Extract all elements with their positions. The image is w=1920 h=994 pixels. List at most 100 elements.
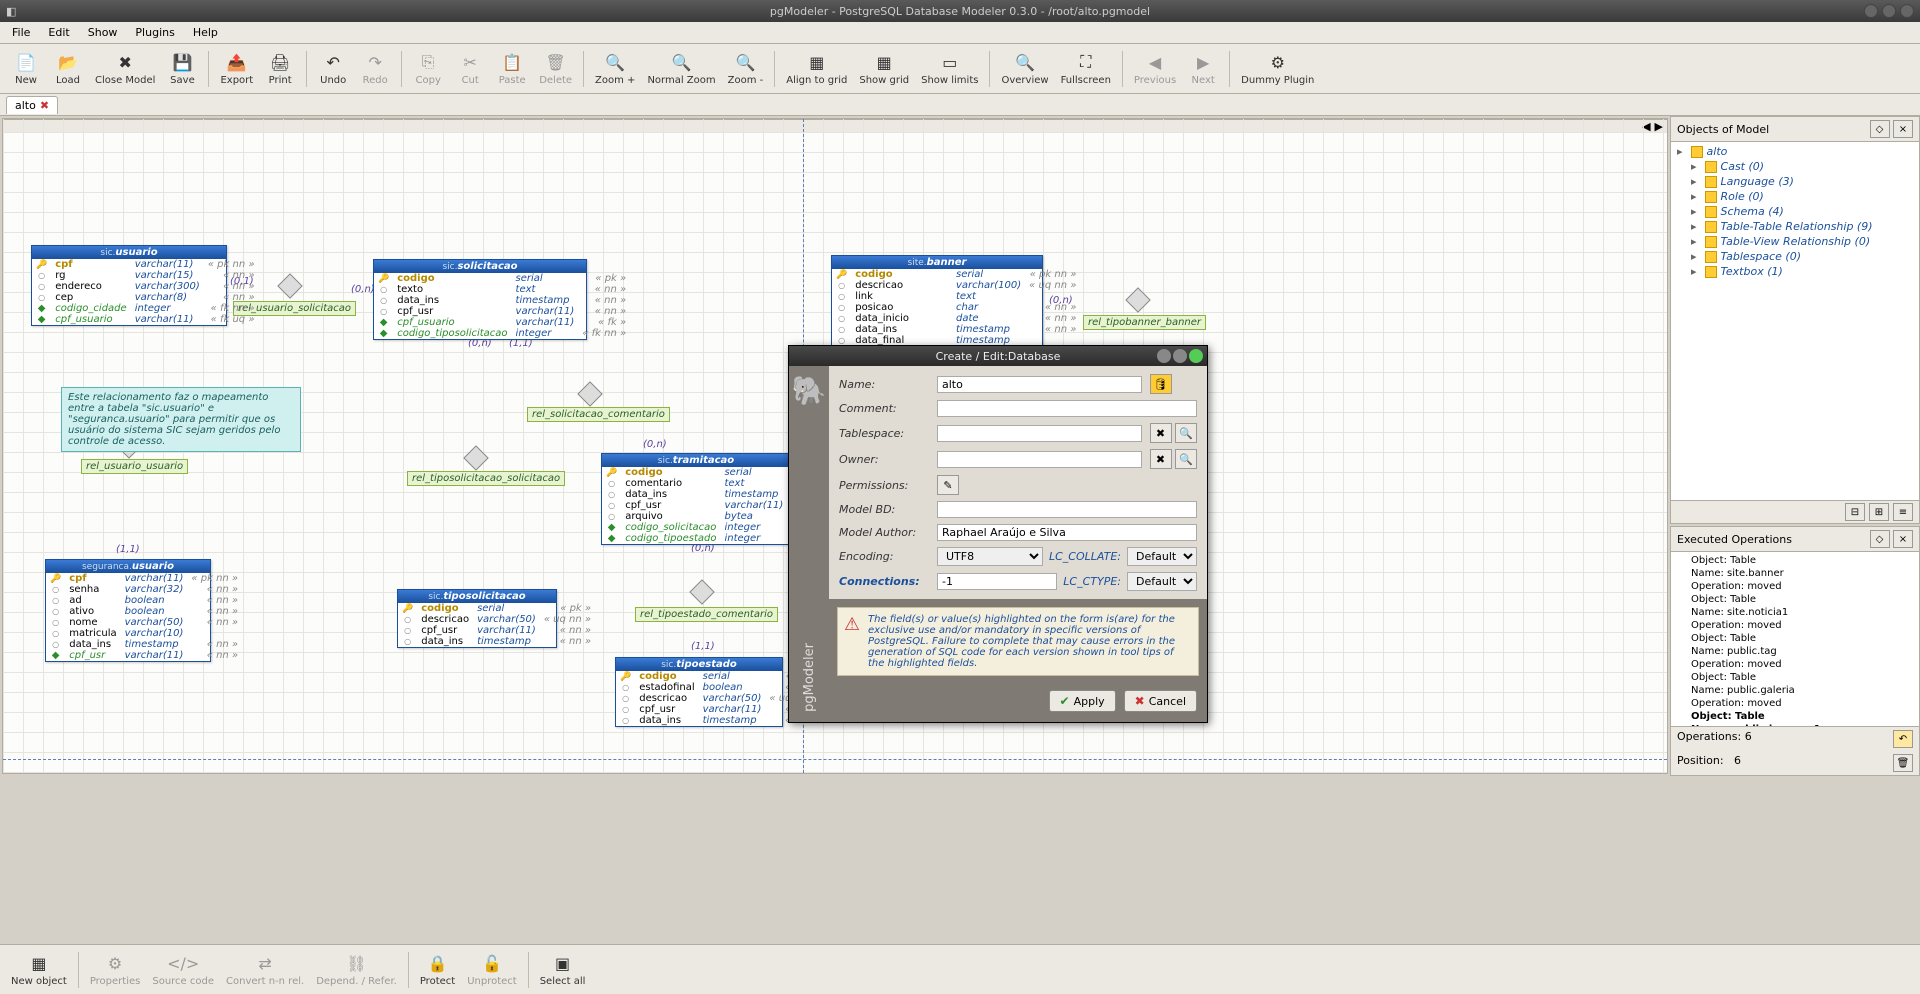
- redo-button[interactable]: ↷Redo: [355, 46, 395, 92]
- minimize-button[interactable]: [1864, 4, 1878, 18]
- panel-close-button[interactable]: ×: [1893, 530, 1913, 548]
- operation-item[interactable]: Operation: moved: [1673, 580, 1917, 593]
- cut-button[interactable]: ✂Cut: [450, 46, 490, 92]
- tree-item[interactable]: Tablespace (0): [1673, 249, 1917, 264]
- table-usuario[interactable]: sic.usuariocpfvarchar(11)« pk nn »rgvarc…: [31, 245, 227, 326]
- relationship-node[interactable]: [277, 273, 302, 298]
- table-tiposolicitacao[interactable]: sic.tiposolicitacaocodigoserial« pk »des…: [397, 589, 557, 648]
- export-button[interactable]: 📤Export: [215, 46, 258, 92]
- dummy-plugin-button[interactable]: ⚙Dummy Plugin: [1236, 46, 1319, 92]
- operation-item[interactable]: Object: Table: [1673, 671, 1917, 684]
- operation-item[interactable]: Name: public.tag: [1673, 645, 1917, 658]
- load-button[interactable]: 📂Load: [48, 46, 88, 92]
- tree-list-button[interactable]: ≡: [1893, 503, 1913, 521]
- clear-button[interactable]: ✖: [1150, 423, 1172, 443]
- table-tramitacao[interactable]: sic.tramitacaocodigoserial« pk »comentar…: [601, 453, 791, 545]
- tree-item[interactable]: Table-View Relationship (0): [1673, 234, 1917, 249]
- dialog-close-button[interactable]: [1189, 349, 1203, 363]
- tree-item[interactable]: Role (0): [1673, 189, 1917, 204]
- rel-label[interactable]: rel_solicitacao_comentario: [527, 407, 670, 422]
- overview-button[interactable]: 🔍Overview: [996, 46, 1053, 92]
- lc-collate-select[interactable]: Default: [1127, 547, 1197, 566]
- model-author-input[interactable]: [937, 524, 1197, 541]
- operation-item[interactable]: Name: site.noticia1: [1673, 606, 1917, 619]
- dialog-maximize-button[interactable]: [1173, 349, 1187, 363]
- table-seguranca_usuario[interactable]: seguranca.usuariocpfvarchar(11)« pk nn »…: [45, 559, 211, 662]
- rel-label[interactable]: rel_tipobanner_banner: [1083, 315, 1206, 330]
- ops-clear-button[interactable]: 🗑: [1893, 754, 1913, 772]
- lc-ctype-select[interactable]: Default: [1127, 572, 1197, 591]
- new-object-button[interactable]: ▦New object: [6, 947, 72, 993]
- clear-button[interactable]: ✖: [1150, 449, 1172, 469]
- tab-alto[interactable]: alto ✖: [6, 96, 58, 114]
- close-window-button[interactable]: [1900, 4, 1914, 18]
- depend-button[interactable]: ⛓Depend. / Refer.: [311, 947, 402, 993]
- panel-float-button[interactable]: ◇: [1870, 120, 1890, 138]
- previous-button[interactable]: ◀Previous: [1129, 46, 1181, 92]
- objects-tree[interactable]: alto Cast (0)Language (3)Role (0)Schema …: [1671, 142, 1919, 500]
- table-tipoestado[interactable]: sic.tipoestadocodigoserial« pk »estadofi…: [615, 657, 783, 727]
- tab-close-icon[interactable]: ✖: [40, 99, 49, 112]
- operation-item[interactable]: Object: Table: [1673, 710, 1917, 723]
- operation-item[interactable]: Object: Table: [1673, 554, 1917, 567]
- print-button[interactable]: 🖨Print: [260, 46, 300, 92]
- normal-zoom-button[interactable]: 🔍Normal Zoom: [642, 46, 720, 92]
- menu-plugins[interactable]: Plugins: [127, 24, 182, 41]
- panel-float-button[interactable]: ◇: [1870, 530, 1890, 548]
- tree-collapse-button[interactable]: ⊟: [1845, 503, 1865, 521]
- undo-button[interactable]: ↶Undo: [313, 46, 353, 92]
- protect-button[interactable]: 🔒Protect: [415, 947, 460, 993]
- connections-input[interactable]: [937, 573, 1057, 590]
- panel-close-button[interactable]: ×: [1893, 120, 1913, 138]
- align-grid-button[interactable]: ▦Align to grid: [781, 46, 852, 92]
- paste-button[interactable]: 📋Paste: [492, 46, 532, 92]
- table-solicitacao[interactable]: sic.solicitacaocodigoserial« pk »textote…: [373, 259, 587, 340]
- save-button[interactable]: 💾Save: [162, 46, 202, 92]
- tree-item[interactable]: Language (3): [1673, 174, 1917, 189]
- show-limits-button[interactable]: ▭Show limits: [916, 46, 983, 92]
- source-code-button[interactable]: </>Source code: [147, 947, 219, 993]
- owner-input[interactable]: [937, 451, 1142, 468]
- new-button[interactable]: 📄New: [6, 46, 46, 92]
- rel-label[interactable]: rel_tipoestado_comentario: [635, 607, 778, 622]
- operation-item[interactable]: Object: Table: [1673, 593, 1917, 606]
- fullscreen-button[interactable]: ⛶Fullscreen: [1056, 46, 1116, 92]
- operation-item[interactable]: Object: Table: [1673, 632, 1917, 645]
- cancel-button[interactable]: ✖Cancel: [1124, 690, 1197, 712]
- browse-button[interactable]: 🔍: [1175, 449, 1197, 469]
- tree-item[interactable]: Table-Table Relationship (9): [1673, 219, 1917, 234]
- apply-button[interactable]: ✔Apply: [1049, 690, 1116, 712]
- browse-button[interactable]: 🔍: [1175, 423, 1197, 443]
- menu-show[interactable]: Show: [80, 24, 126, 41]
- unprotect-button[interactable]: 🔓Unprotect: [462, 947, 522, 993]
- ops-undo-button[interactable]: ↶: [1893, 730, 1913, 748]
- tree-expand-button[interactable]: ⊞: [1869, 503, 1889, 521]
- tree-item[interactable]: Textbox (1): [1673, 264, 1917, 279]
- model-bd-input[interactable]: [937, 501, 1197, 518]
- zoom-in-button[interactable]: 🔍Zoom +: [590, 46, 640, 92]
- menu-help[interactable]: Help: [185, 24, 226, 41]
- relationship-node[interactable]: [1125, 287, 1150, 312]
- zoom-out-button[interactable]: 🔍Zoom -: [723, 46, 769, 92]
- permissions-button[interactable]: ✎: [937, 475, 959, 495]
- convert-button[interactable]: ⇄Convert n-n rel.: [221, 947, 309, 993]
- show-grid-button[interactable]: ▦Show grid: [854, 46, 914, 92]
- text-note[interactable]: Este relacionamento faz o mapeamento ent…: [61, 387, 301, 452]
- dialog-titlebar[interactable]: Create / Edit:Database: [789, 346, 1207, 366]
- maximize-button[interactable]: [1882, 4, 1896, 18]
- menu-edit[interactable]: Edit: [40, 24, 77, 41]
- relationship-node[interactable]: [463, 445, 488, 470]
- rel-label[interactable]: rel_tiposolicitacao_solicitacao: [407, 471, 565, 486]
- close-model-button[interactable]: ✖Close Model: [90, 46, 160, 92]
- tablespace-input[interactable]: [937, 425, 1142, 442]
- delete-button[interactable]: 🗑Delete: [534, 46, 577, 92]
- properties-button[interactable]: ⚙Properties: [85, 947, 146, 993]
- operations-list[interactable]: Object: TableName: site.bannerOperation:…: [1671, 552, 1919, 726]
- operation-item[interactable]: Operation: moved: [1673, 658, 1917, 671]
- copy-button[interactable]: ⎘Copy: [408, 46, 448, 92]
- operation-item[interactable]: Name: site.banner: [1673, 567, 1917, 580]
- select-all-button[interactable]: ▣Select all: [535, 947, 591, 993]
- operation-item[interactable]: Operation: moved: [1673, 619, 1917, 632]
- rel-label[interactable]: rel_usuario_usuario: [81, 459, 188, 474]
- encoding-select[interactable]: UTF8: [937, 547, 1043, 566]
